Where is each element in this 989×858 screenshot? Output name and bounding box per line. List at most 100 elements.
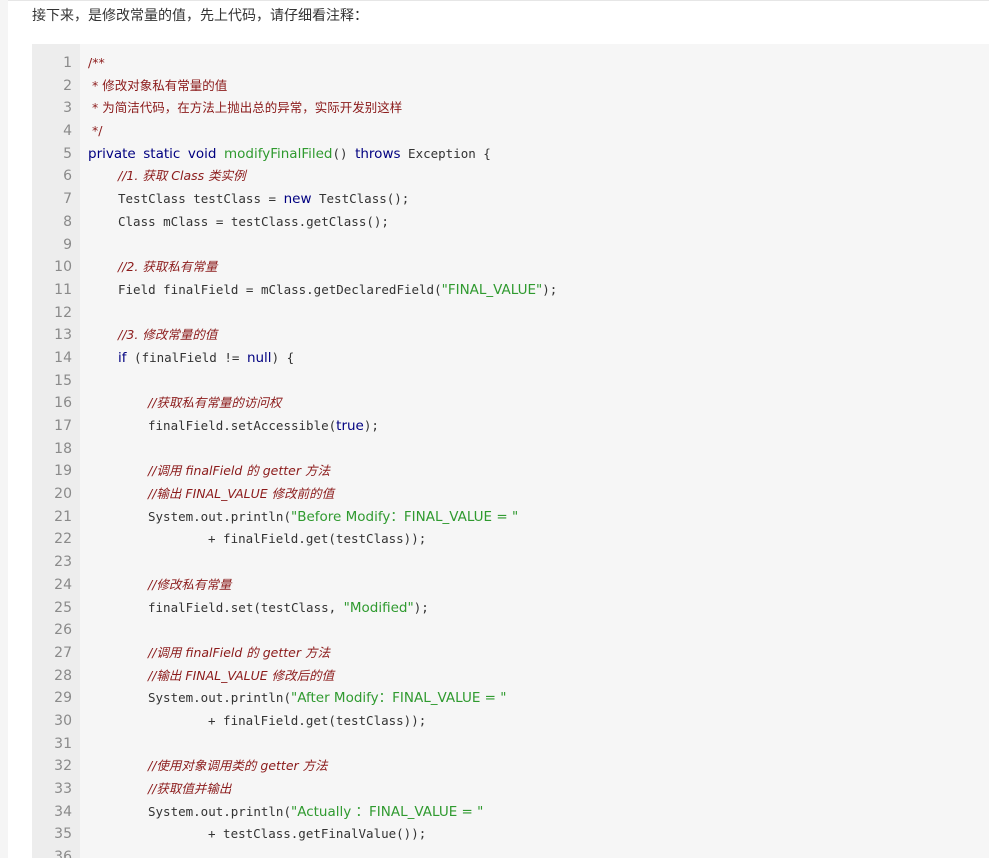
line-number: 7 <box>63 191 72 208</box>
line-number: 17 <box>54 418 72 434</box>
code-token-comment: //获取值并输出 <box>148 781 232 796</box>
code-text: //获取私有常量的访问权 <box>148 392 281 415</box>
code-block[interactable]: 1 /** 2 * 修改对象私有常量的值 3 * 为简洁代码，在方法上抛出总的异常，实… <box>32 44 989 858</box>
line-number: 28 <box>54 667 72 684</box>
line-number: 32 <box>54 758 72 775</box>
code-line: 21 System.out.println("Before Modify：FINA… <box>32 506 989 529</box>
line-number: 4 <box>63 123 72 140</box>
code-text: /** <box>88 52 105 75</box>
article-page: 接下来，是修改常量的值，先上代码，请仔细看注释： 1 /** 2 * 修改对象私有常… <box>0 0 989 858</box>
line-number: 16 <box>54 395 72 412</box>
code-line: 18 <box>32 438 989 461</box>
code-text: //获取值并输出 <box>148 778 231 801</box>
code-token-comment: //输出 FINAL_VALUE 修改前的值 <box>148 486 335 502</box>
code-line: 29 System.out.println("After Modify：FINAL… <box>32 687 989 710</box>
code-line: 14 if (finalField != null) { <box>32 347 989 370</box>
code-token-string: "Modified" <box>343 599 414 616</box>
code-text: //3. 修改常量的值 <box>118 324 217 347</box>
code-token-plain: Exception { <box>400 145 491 161</box>
code-token-plain: + finalField.get(testClass)); <box>208 712 427 728</box>
line-number: 30 <box>54 712 72 729</box>
line-number: 36 <box>54 849 72 858</box>
code-token-plain: TestClass testClass = <box>118 191 284 207</box>
code-line: 25 finalField.set(testClass, "Modified"); <box>32 597 989 620</box>
code-line: 26 <box>32 619 989 642</box>
code-line: 3 * 为简洁代码，在方法上抛出总的异常，实际开发别这样 <box>32 97 989 120</box>
code-line: 7 TestClass testClass = new TestClass(); <box>32 188 989 211</box>
code-token-comment: //修改私有常量 <box>148 576 232 592</box>
code-token-kw: void <box>187 145 217 162</box>
code-text: if (finalField != null) { <box>118 347 294 370</box>
code-text: //1. 获取 Class 类实例 <box>118 165 246 188</box>
code-line: 23 <box>32 551 989 574</box>
code-token-plain: ); <box>363 418 379 433</box>
code-token-plain: (finalField != <box>126 349 247 365</box>
line-number: 10 <box>54 259 72 276</box>
code-text: //调用 finalField 的 getter 方法 <box>148 460 330 483</box>
line-number: 27 <box>54 644 72 661</box>
line-number: 23 <box>54 554 72 571</box>
code-token-plain: + finalField.get(testClass)); <box>208 531 427 547</box>
code-token-kw: null <box>246 349 272 366</box>
code-token-doc: /** <box>88 55 105 70</box>
code-token-comment: //获取私有常量的访问权 <box>148 395 282 411</box>
code-token-plain: TestClass(); <box>311 191 410 207</box>
code-text: //使用对象调用类的 getter 方法 <box>148 755 328 778</box>
code-token-kw: static <box>143 145 181 162</box>
line-number: 1 <box>63 55 72 71</box>
code-token-plain: ); <box>542 281 558 297</box>
code-token-doc: * 为简洁代码，在方法上抛出总的异常，实际开发别这样 <box>88 100 403 116</box>
line-number: 26 <box>54 622 72 639</box>
code-text: //调用 finalField 的 getter 方法 <box>148 642 330 665</box>
code-line: 8 Class mClass = testClass.getClass(); <box>32 211 989 234</box>
code-token-plain: System.out.println( <box>148 803 291 819</box>
code-token-comment: //2. 获取私有常量 <box>118 259 218 275</box>
line-number: 5 <box>63 145 72 162</box>
code-text: Class mClass = testClass.getClass(); <box>118 211 389 234</box>
code-line: 28 //输出 FINAL_VALUE 修改后的值 <box>32 665 989 688</box>
code-line: 35 + testClass.getFinalValue()); <box>32 823 989 846</box>
code-text: * 修改对象私有常量的值 <box>88 75 227 98</box>
code-token-string: "After Modify：FINAL_VALUE = " <box>291 690 507 707</box>
code-token-comment: //调用 finalField 的 getter 方法 <box>148 644 330 660</box>
line-number: 29 <box>54 690 72 707</box>
code-line: 22 + finalField.get(testClass)); <box>32 528 989 551</box>
line-number: 21 <box>54 508 72 525</box>
code-line: 5 private static void modifyFinalFiled() … <box>32 143 989 166</box>
code-token-plain: + testClass.getFinalValue()); <box>208 826 427 842</box>
code-text: finalField.set(testClass, "Modified"); <box>148 597 429 620</box>
code-token-kw: new <box>283 191 312 208</box>
code-text: private static void modifyFinalFiled() t… <box>88 143 491 166</box>
code-token-plain: System.out.println( <box>148 690 291 706</box>
code-text: System.out.println("Before Modify：FINAL_… <box>148 506 518 529</box>
code-line: 27 //调用 finalField 的 getter 方法 <box>32 642 989 665</box>
code-text: TestClass testClass = new TestClass(); <box>118 188 409 211</box>
code-token-string: "Actually ：FINAL_VALUE = " <box>291 803 484 820</box>
code-text: finalField.setAccessible(true); <box>148 415 379 438</box>
code-token-doc: * 修改对象私有常量的值 <box>88 77 228 93</box>
code-text: + finalField.get(testClass)); <box>208 528 426 551</box>
line-number: 6 <box>63 168 72 185</box>
code-token-string: "FINAL_VALUE" <box>441 281 543 298</box>
line-number: 2 <box>63 77 72 94</box>
code-token-kw: if <box>118 349 127 366</box>
code-text: */ <box>88 120 102 143</box>
line-number: 22 <box>54 531 72 548</box>
line-number: 14 <box>54 349 72 366</box>
code-line: 17 finalField.setAccessible(true); <box>32 415 989 438</box>
line-number: 13 <box>54 327 72 344</box>
code-text: //输出 FINAL_VALUE 修改后的值 <box>148 665 334 688</box>
line-number: 31 <box>54 735 72 752</box>
code-token-plain: () <box>332 145 356 161</box>
code-text: * 为简洁代码，在方法上抛出总的异常，实际开发别这样 <box>88 97 402 120</box>
code-line: 10 //2. 获取私有常量 <box>32 256 989 279</box>
code-token-string: "Before Modify：FINAL_VALUE = " <box>291 508 519 525</box>
code-text: Field finalField = mClass.getDeclaredFie… <box>118 279 557 302</box>
line-number: 15 <box>54 372 72 389</box>
intro-paragraph: 接下来，是修改常量的值，先上代码，请仔细看注释： <box>32 8 368 24</box>
code-token-plain: ) { <box>271 349 295 365</box>
code-line: 19 //调用 finalField 的 getter 方法 <box>32 460 989 483</box>
code-line: 33 //获取值并输出 <box>32 778 989 801</box>
line-number: 24 <box>54 576 72 593</box>
